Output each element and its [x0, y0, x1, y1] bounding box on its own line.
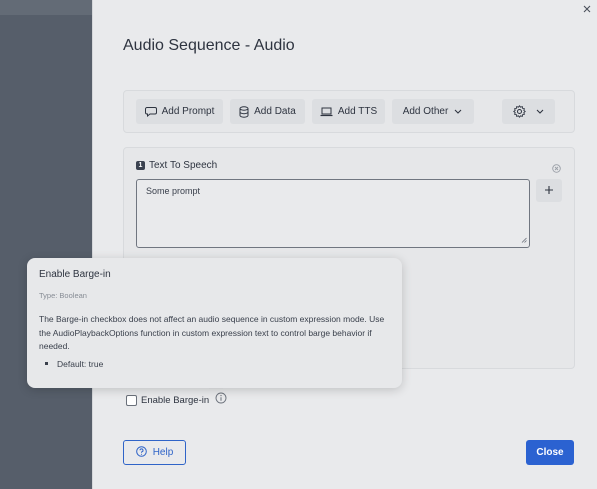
resize-grip-icon[interactable]: [521, 235, 527, 245]
tooltip-default-item: Default: true: [39, 359, 390, 369]
info-icon[interactable]: [215, 391, 227, 409]
plus-icon: [544, 182, 554, 200]
item-index-badge: 1: [136, 161, 145, 170]
add-data-label: Add Data: [254, 106, 296, 117]
add-prompt-label: Add Prompt: [161, 106, 215, 117]
sequence-toolbar: Add Prompt Add Data Add TTS Add Other: [123, 90, 575, 133]
add-tts-label: Add TTS: [337, 106, 378, 117]
add-prompt-button[interactable]: Add Prompt: [136, 99, 223, 124]
barge-in-option: Enable Barge-in: [126, 391, 227, 409]
add-data-button[interactable]: Add Data: [230, 99, 305, 124]
database-icon: [239, 105, 249, 118]
settings-dropdown[interactable]: [502, 99, 555, 124]
gear-icon: [512, 105, 526, 118]
close-button[interactable]: Close: [526, 440, 574, 465]
modal-title: Audio Sequence - Audio: [123, 37, 295, 54]
tts-text-input[interactable]: Some prompt: [136, 179, 530, 248]
add-tts-button[interactable]: Add TTS: [312, 99, 385, 124]
barge-in-checkbox[interactable]: [126, 394, 137, 406]
speech-bubble-icon: [144, 106, 157, 117]
question-circle-icon: [135, 445, 147, 460]
remove-item-icon[interactable]: [552, 160, 561, 178]
tts-header: 1 Text To Speech: [136, 160, 217, 171]
audio-sequence-modal: Audio Sequence - Audio Add Prompt Add Da…: [92, 0, 597, 489]
tooltip-title: Enable Barge-in: [39, 269, 111, 280]
chevron-down-icon: [453, 109, 463, 115]
help-button[interactable]: Help: [123, 440, 186, 465]
help-label: Help: [152, 447, 174, 458]
tooltip-description: The Barge-in checkbox does not affect an…: [39, 314, 385, 351]
add-other-label: Add Other: [402, 106, 449, 117]
backdrop-strip: [0, 0, 92, 15]
laptop-icon: [320, 107, 333, 117]
close-icon[interactable]: [583, 0, 593, 13]
tooltip-default: Default: true: [57, 358, 104, 369]
bullet: [45, 362, 48, 365]
tooltip-type: Type: Boolean: [39, 291, 87, 300]
barge-in-tooltip: Enable Barge-in Type: Boolean The Barge-…: [27, 258, 402, 388]
chevron-down-icon: [535, 109, 545, 115]
tts-text-value: Some prompt: [146, 186, 201, 196]
tts-item-label: Text To Speech: [149, 160, 218, 171]
barge-in-label[interactable]: Enable Barge-in: [141, 395, 209, 406]
modal-backdrop[interactable]: [0, 0, 92, 489]
add-other-dropdown[interactable]: Add Other: [392, 99, 474, 124]
add-item-button[interactable]: [536, 179, 562, 202]
